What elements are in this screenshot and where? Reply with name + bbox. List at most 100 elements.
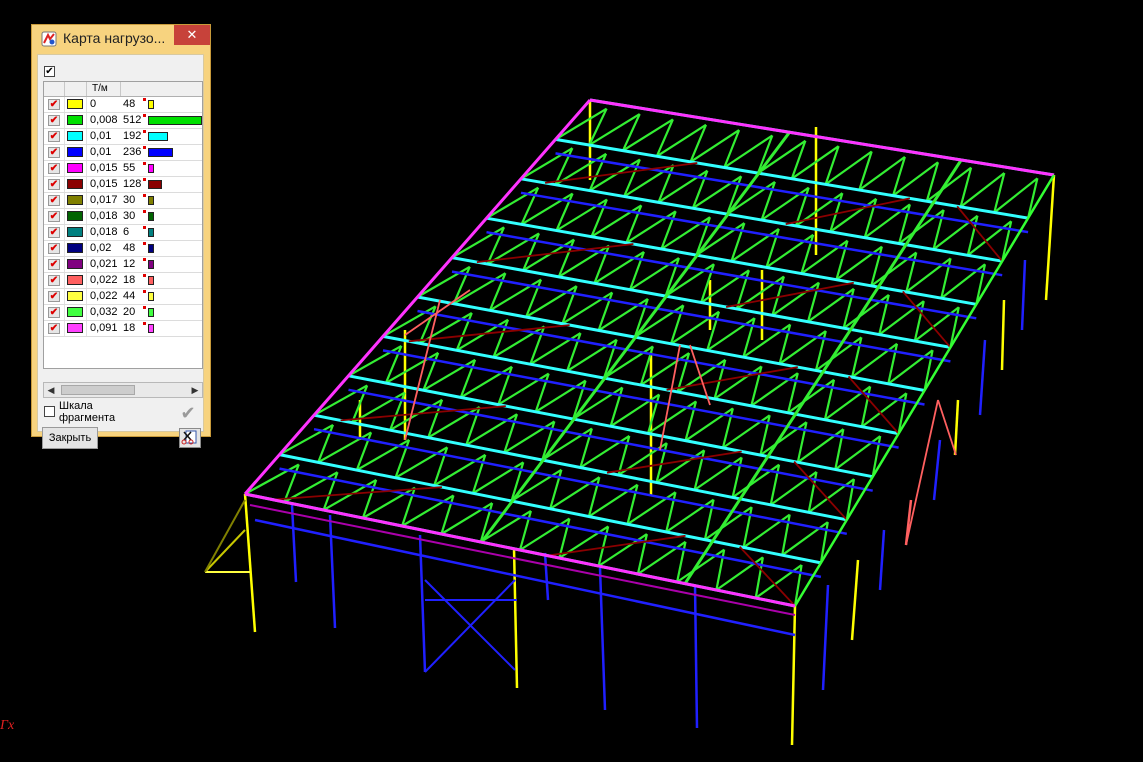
row-visibility-checkbox[interactable]: ✔ (48, 323, 60, 334)
legend-row[interactable]: ✔ 0,022 44 (44, 289, 202, 305)
legend-header: Т/м (44, 82, 202, 97)
legend-row[interactable]: ✔ 0,008 512 (44, 113, 202, 129)
legend-row[interactable]: ✔ 0,021 12 (44, 257, 202, 273)
scroll-left-arrow-icon[interactable]: ◀ (44, 383, 58, 397)
color-swatch[interactable] (67, 147, 83, 157)
row-visibility-checkbox[interactable]: ✔ (48, 259, 60, 270)
column (821, 584, 830, 691)
column (953, 399, 960, 456)
count-bar (148, 100, 154, 109)
load-value: 0,01 (90, 130, 112, 142)
count-bar (148, 164, 154, 173)
load-value: 0,021 (90, 258, 118, 270)
load-value: 0,015 (90, 178, 118, 190)
legend-row[interactable]: ✔ 0,091 18 (44, 321, 202, 337)
color-swatch[interactable] (67, 195, 83, 205)
legend-row[interactable]: ✔ 0,01 236 (44, 145, 202, 161)
legend-table: Т/м ✔ 0 48 ✔ 0,008 512 ✔ 0,01 192 ✔ 0,01 236 ✔ 0,015 5… (43, 81, 203, 369)
horizontal-scrollbar[interactable]: ◀ ▶ (43, 382, 203, 398)
load-value: 0,02 (90, 242, 112, 254)
close-button[interactable]: Закрыть (42, 427, 98, 449)
row-visibility-checkbox[interactable]: ✔ (48, 307, 60, 318)
legend-row[interactable]: ✔ 0,018 6 (44, 225, 202, 241)
element-count: 6 (123, 226, 130, 238)
legend-row[interactable]: ✔ 0,022 18 (44, 273, 202, 289)
count-bar (148, 228, 154, 237)
web-diagonal (460, 365, 513, 399)
main-truss (683, 159, 963, 585)
master-checkbox[interactable]: ✔ (44, 66, 55, 77)
row-visibility-checkbox[interactable]: ✔ (48, 99, 60, 110)
scale-fragment-label: Шкала фрагмента (59, 400, 116, 424)
legend-row[interactable]: ✔ 0,018 30 (44, 209, 202, 225)
count-bar (148, 196, 154, 205)
marker (143, 210, 146, 213)
element-count: 18 (123, 274, 136, 286)
color-swatch[interactable] (67, 163, 83, 173)
scroll-right-arrow-icon[interactable]: ▶ (188, 383, 202, 397)
roof-edge (793, 174, 1056, 607)
web-diagonal (742, 513, 791, 549)
row-visibility-checkbox[interactable]: ✔ (48, 131, 60, 142)
checkmark-icon[interactable]: ✔ (176, 402, 200, 424)
web-diagonal (715, 556, 764, 591)
color-swatch[interactable] (67, 307, 83, 317)
color-swatch[interactable] (67, 259, 83, 269)
marker (143, 226, 146, 229)
column (878, 529, 886, 591)
window-close-button[interactable]: ✕ (174, 25, 210, 45)
marker (143, 322, 146, 325)
color-swatch[interactable] (67, 275, 83, 285)
row-visibility-checkbox[interactable]: ✔ (48, 275, 60, 286)
column (543, 552, 550, 601)
scissors-tool-button[interactable] (179, 428, 201, 448)
load-value: 0 (90, 98, 97, 110)
color-swatch[interactable] (67, 211, 83, 221)
row-visibility-checkbox[interactable]: ✔ (48, 179, 60, 190)
color-swatch[interactable] (67, 115, 83, 125)
row-visibility-checkbox[interactable]: ✔ (48, 291, 60, 302)
count-bar (148, 276, 154, 285)
web-diagonal (317, 431, 372, 464)
marker (143, 242, 146, 245)
web-diagonal (422, 358, 476, 392)
color-swatch[interactable] (67, 227, 83, 237)
web-diagonal (385, 351, 439, 384)
color-swatch[interactable] (67, 243, 83, 253)
color-swatch[interactable] (67, 323, 83, 333)
color-swatch[interactable] (67, 131, 83, 141)
legend-row[interactable]: ✔ 0 48 (44, 97, 202, 113)
column (790, 605, 797, 746)
column (243, 493, 257, 633)
color-swatch[interactable] (67, 99, 83, 109)
column (850, 559, 860, 641)
legend-row[interactable]: ✔ 0,01 192 (44, 129, 202, 145)
load-value: 0,018 (90, 210, 118, 222)
scroll-thumb[interactable] (61, 385, 135, 395)
row-visibility-checkbox[interactable]: ✔ (48, 227, 60, 238)
column (932, 439, 942, 501)
marker (143, 178, 146, 181)
legend-row[interactable]: ✔ 0,017 30 (44, 193, 202, 209)
color-swatch[interactable] (67, 179, 83, 189)
row-visibility-checkbox[interactable]: ✔ (48, 211, 60, 222)
legend-row[interactable]: ✔ 0,015 55 (44, 161, 202, 177)
row-visibility-checkbox[interactable]: ✔ (48, 243, 60, 254)
marker (143, 98, 146, 101)
row-visibility-checkbox[interactable]: ✔ (48, 147, 60, 158)
color-swatch[interactable] (67, 291, 83, 301)
column (978, 339, 987, 416)
marker (143, 130, 146, 133)
row-visibility-checkbox[interactable]: ✔ (48, 115, 60, 126)
row-visibility-checkbox[interactable]: ✔ (48, 195, 60, 206)
legend-row[interactable]: ✔ 0,032 20 (44, 305, 202, 321)
panel-titlebar[interactable]: Карта нагрузо... ✕ (32, 25, 210, 51)
load-value: 0,017 (90, 194, 118, 206)
row-visibility-checkbox[interactable]: ✔ (48, 163, 60, 174)
element-count: 48 (123, 98, 136, 110)
legend-row[interactable]: ✔ 0,015 128 (44, 177, 202, 193)
element-count: 30 (123, 210, 136, 222)
legend-row[interactable]: ✔ 0,02 48 (44, 241, 202, 257)
count-bar (148, 180, 162, 189)
scale-fragment-checkbox[interactable] (44, 406, 55, 417)
